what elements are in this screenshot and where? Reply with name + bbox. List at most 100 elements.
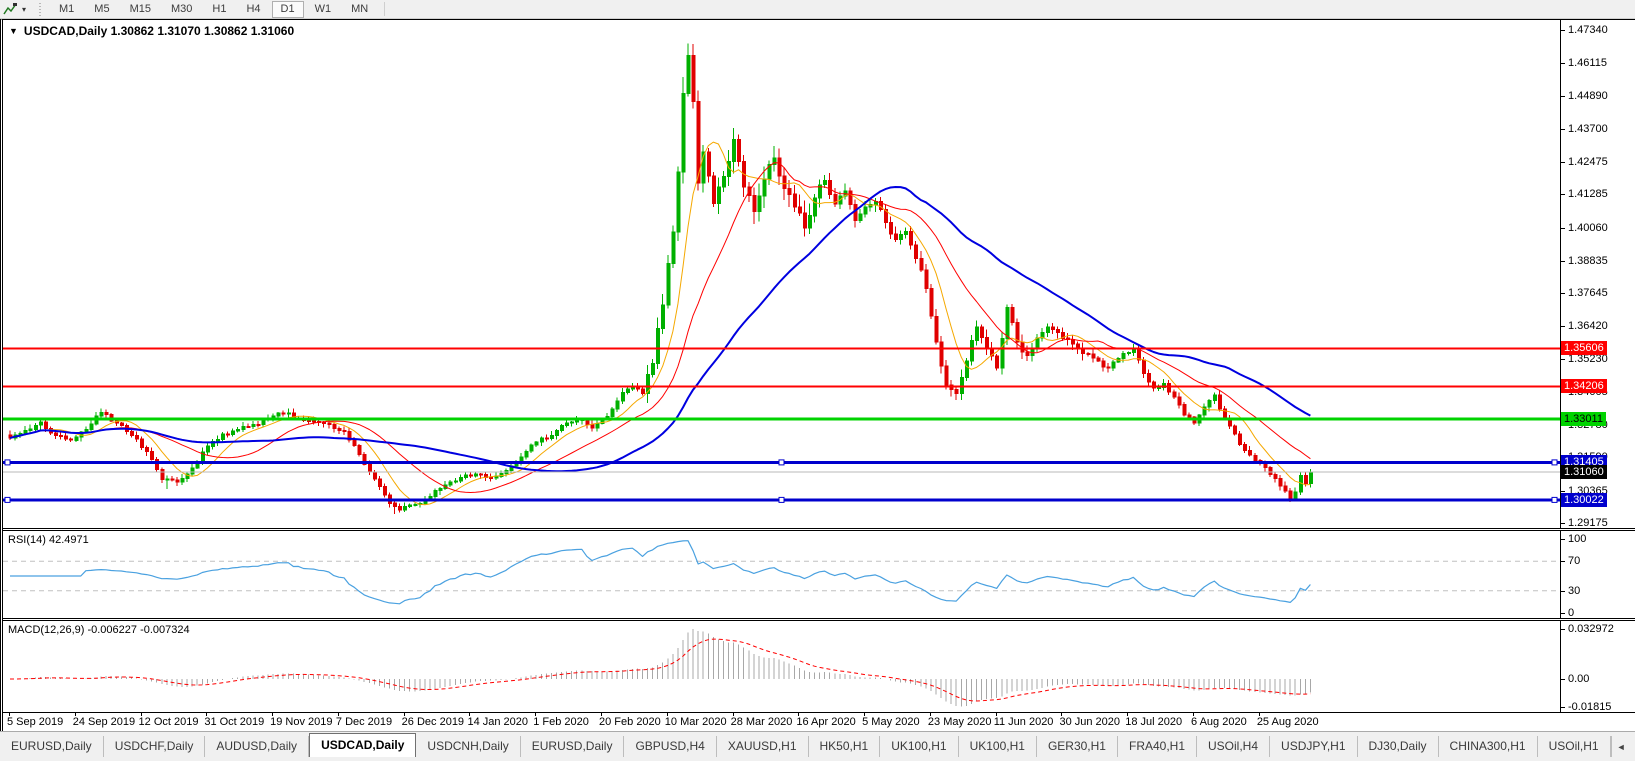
macd-chart-canvas[interactable] [3,621,1560,712]
macd-signal-line [10,638,1311,702]
bottom-strip [0,757,1635,761]
chart-tool-dropdown-caret[interactable]: ▾ [18,2,30,17]
tab-ger30-h1[interactable]: GER30,H1 [1037,736,1118,757]
axis-tick-label: 100 [1568,533,1587,545]
tf-button-m1[interactable]: M1 [50,1,83,18]
axis-tick-label: 0.032972 [1568,623,1614,635]
tab-usdchf-daily[interactable]: USDCHF,Daily [104,736,206,757]
axis-tick-label: 1.38835 [1568,255,1608,267]
axis-tick-mark [1561,591,1565,592]
tf-button-h1[interactable]: H1 [203,1,235,18]
tf-button-m15[interactable]: M15 [121,1,160,18]
axis-tick-mark [1561,539,1565,540]
time-axis[interactable]: 5 Sep 2019 24 Sep 2019 12 Oct 2019 31 Oct 2… [3,713,1635,731]
rsi-chart-canvas[interactable] [3,531,1560,618]
tab-uk100-h1[interactable]: UK100,H1 [959,736,1037,757]
bear-wicks [9,44,1306,514]
tab-hk50-h1[interactable]: HK50,H1 [809,736,881,757]
trading-terminal: ▾ M1 M5 M15 M30 H1 H4 D1 W1 MN 1.47340 1.46115 1.4… [0,0,1635,761]
symbol-dropdown-caret[interactable]: ▼ [9,24,18,39]
axis-tick-label: 0 [1568,607,1575,619]
x-axis-label: 10 Mar 2020 [664,716,727,728]
toolbar-drag-handle[interactable] [38,2,43,16]
axis-tick-mark [1561,359,1565,360]
axis-tick-mark [1561,96,1565,97]
tf-button-w1[interactable]: W1 [306,1,341,18]
tab-eurusd-daily[interactable]: EURUSD,Daily [521,736,625,757]
x-axis-label: 25 Aug 2020 [1256,716,1319,728]
tab-scroll-buttons: ◄► [1610,736,1635,757]
macd-panel: 0.032972 0.00 -0.01815 MACD(12,26,9) -0.00… [3,621,1635,713]
axis-tick-mark [1561,63,1565,64]
axis-tick-mark [1561,707,1565,708]
price-axis[interactable]: 1.47340 1.46115 1.44890 1.43700 1.42475 1.412… [1560,20,1635,529]
tab-usdcnh-daily[interactable]: USDCNH,Daily [416,736,521,757]
axis-tick-label: 1.47340 [1568,24,1608,36]
tab-scroll-right-icon[interactable]: ► [1631,742,1635,752]
tab-usoil-h4[interactable]: USOil,H4 [1197,736,1271,757]
tf-button-m5[interactable]: M5 [85,1,118,18]
axis-tick-label: 1.44890 [1568,90,1608,102]
chart-title: ▼ USDCAD,Daily 1.30862 1.31070 1.30862 1… [9,24,294,39]
tab-fra40-h1[interactable]: FRA40,H1 [1118,736,1198,757]
macd-axis: 0.032972 0.00 -0.01815 [1560,621,1635,713]
hline-handle[interactable] [778,496,785,503]
chart-window: 1.47340 1.46115 1.44890 1.43700 1.42475 1.412… [0,19,1635,731]
chart-title-text: USDCAD,Daily 1.30862 1.31070 1.30862 1.3… [23,24,295,38]
axis-tick-mark [1561,679,1565,680]
price-chart-canvas[interactable] [3,20,1560,528]
tab-dj30-daily[interactable]: DJ30,Daily [1358,736,1439,757]
tab-xauusd-h1[interactable]: XAUUSD,H1 [717,736,809,757]
toolbar-separator [384,2,386,16]
axis-tick-mark [1561,326,1565,327]
tab-usdcad-daily[interactable]: USDCAD,Daily [309,733,417,757]
x-axis-label: 19 Nov 2019 [270,716,333,728]
hline-handle[interactable] [778,459,785,466]
price-level-badge: 1.33011 [1561,412,1606,426]
x-axis-label: 6 Aug 2020 [1191,716,1247,728]
line-tool-icon[interactable] [2,2,18,17]
tf-button-h4[interactable]: H4 [237,1,269,18]
axis-tick-label: 1.42475 [1568,156,1608,168]
axis-tick-mark [1561,194,1565,195]
hline-handle[interactable] [1551,459,1558,466]
price-level-badge: 1.35606 [1561,341,1607,355]
price-level-badge: 1.30022 [1561,493,1607,507]
tf-button-mn[interactable]: MN [342,1,377,18]
ma-45-line[interactable] [9,186,1311,473]
x-axis-label: 7 Dec 2019 [335,716,393,728]
hline-handle[interactable] [1551,496,1558,503]
axis-tick-label: 1.40060 [1568,222,1608,234]
tab-usdjpy-h1[interactable]: USDJPY,H1 [1270,736,1358,757]
x-axis-label: 11 Jun 2020 [993,716,1054,728]
x-axis-label: 5 May 2020 [862,716,920,728]
axis-tick-label: 1.36420 [1568,320,1608,332]
axis-tick-mark [1561,30,1565,31]
tab-eurusd-daily[interactable]: EURUSD,Daily [0,736,104,757]
axis-tick-label: -0.01815 [1568,701,1612,713]
tab-uk100-h1[interactable]: UK100,H1 [880,736,959,757]
x-axis-label: 12 Oct 2019 [138,716,199,728]
tab-gbpusd-h4[interactable]: GBPUSD,H4 [624,736,717,757]
tab-usoil-h1[interactable]: USOil,H1 [1538,736,1611,757]
price-panel: 1.47340 1.46115 1.44890 1.43700 1.42475 1.412… [3,20,1635,531]
ma-8-line[interactable] [9,141,1311,506]
tf-button-m30[interactable]: M30 [162,1,201,18]
tab-audusd-daily[interactable]: AUDUSD,Daily [205,736,310,757]
axis-tick-mark [1561,613,1565,614]
x-axis-label: 1 Feb 2020 [533,716,589,728]
axis-tick-mark [1561,629,1565,630]
x-axis-label: 31 Oct 2019 [204,716,265,728]
tf-button-d1[interactable]: D1 [271,0,304,18]
axis-tick-label: 1.37645 [1568,287,1608,299]
hline-handle[interactable] [4,496,11,503]
price-level-badge: 1.34206 [1561,379,1607,393]
x-axis-label: 5 Sep 2019 [7,716,64,728]
tab-scroll-left-icon[interactable]: ◄ [1612,742,1631,752]
hline-handle[interactable] [4,459,11,466]
rsi-line [10,540,1311,605]
axis-tick-mark [1561,523,1565,524]
tab-china300-h1[interactable]: CHINA300,H1 [1439,736,1538,757]
macd-label: MACD(12,26,9) -0.006227 -0.007324 [8,624,190,636]
axis-tick-label: 0.00 [1568,673,1590,685]
